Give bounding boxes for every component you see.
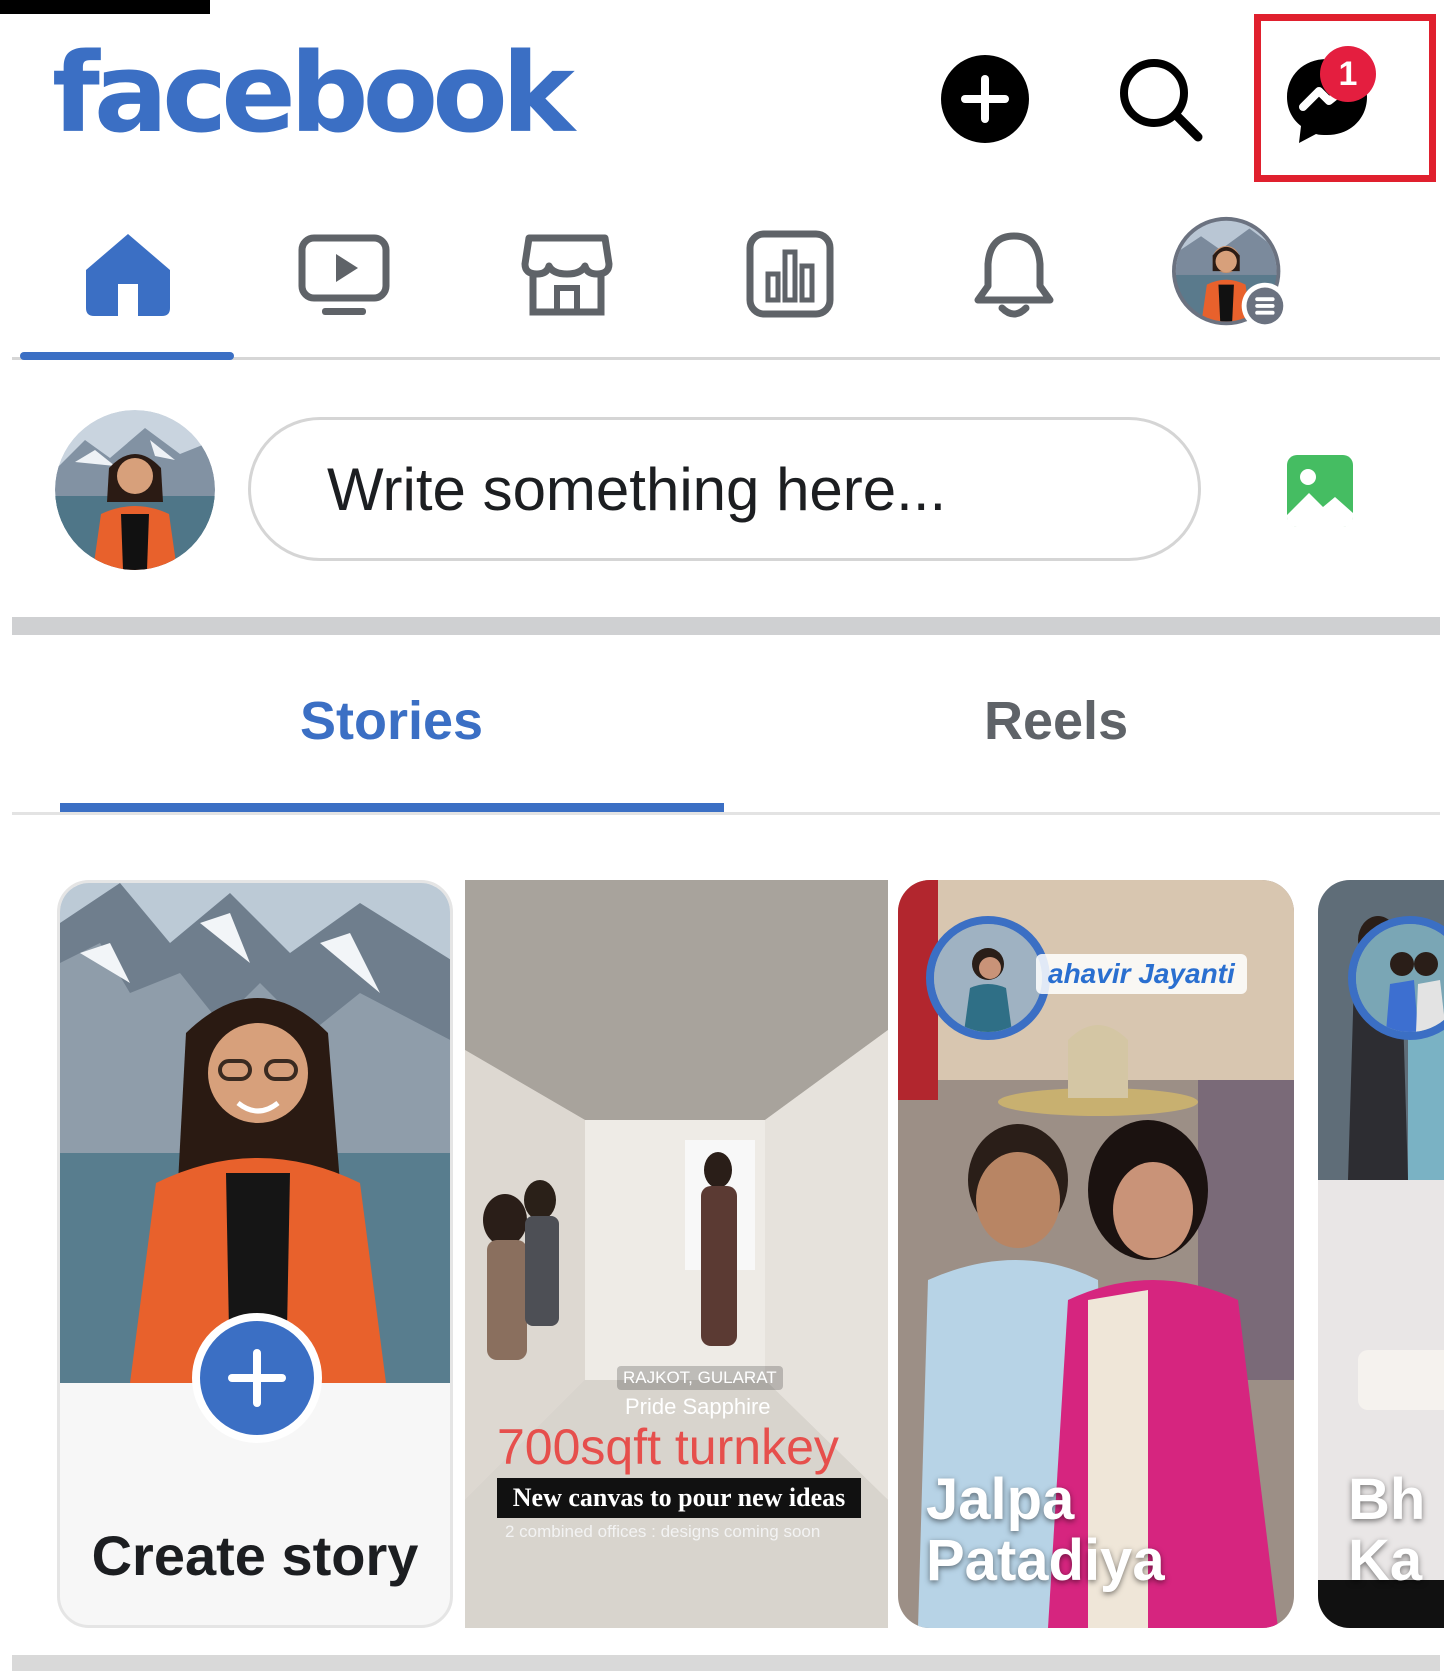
section-divider-bottom bbox=[12, 1655, 1440, 1671]
status-bar-strip bbox=[0, 0, 210, 14]
add-story-button[interactable] bbox=[192, 1313, 322, 1443]
bar-chart-icon bbox=[746, 230, 834, 318]
nav-marketplace[interactable] bbox=[507, 219, 627, 329]
photo-icon bbox=[1287, 455, 1353, 527]
nav-profile-menu[interactable] bbox=[1172, 216, 1292, 330]
story-card[interactable]: Bh Ka bbox=[1318, 880, 1444, 1628]
story-avatar bbox=[926, 916, 1050, 1040]
search-icon bbox=[1120, 59, 1203, 142]
tab-stories[interactable]: Stories bbox=[300, 690, 483, 752]
story-author-first: Jalpa bbox=[926, 1467, 1075, 1532]
story-card[interactable]: ahavir Jayanti Jalpa Patadiya bbox=[898, 880, 1294, 1628]
avatar-menu-icon bbox=[1172, 216, 1289, 330]
story-author-last: Patadiya bbox=[926, 1527, 1165, 1593]
tab-active-indicator bbox=[60, 803, 724, 812]
create-story-card[interactable]: Create story bbox=[57, 880, 453, 1628]
story-subtitle: Pride Sapphire bbox=[625, 1394, 771, 1419]
story-card[interactable]: RAJKOT, GULARAT Pride Sapphire 700sqft t… bbox=[465, 880, 888, 1628]
story-author-last: Ka bbox=[1348, 1527, 1423, 1593]
story-event-sticker: ahavir Jayanti bbox=[1036, 954, 1247, 994]
story-location: RAJKOT, GULARAT bbox=[617, 1366, 783, 1390]
plus-icon bbox=[228, 1349, 286, 1407]
nav-dashboard[interactable] bbox=[730, 219, 850, 329]
add-circle-icon bbox=[941, 55, 1029, 143]
story-small-text: 2 combined offices : designs coming soon bbox=[505, 1522, 821, 1541]
nav-video[interactable] bbox=[284, 219, 404, 329]
story-author-name: Bh Ka bbox=[1348, 1467, 1426, 1593]
home-icon bbox=[86, 234, 170, 316]
create-story-label: Create story bbox=[91, 1524, 419, 1587]
video-icon bbox=[298, 234, 390, 315]
story-caption: New canvas to pour new ideas bbox=[497, 1478, 861, 1518]
post-input-placeholder: Write something here... bbox=[327, 455, 947, 523]
story-author-name: Jalpa Patadiya bbox=[926, 1467, 1165, 1593]
messenger-badge: 1 bbox=[1320, 46, 1376, 102]
section-divider bbox=[12, 617, 1440, 635]
story-author-first: Bh bbox=[1348, 1467, 1426, 1532]
marketplace-icon bbox=[521, 234, 613, 316]
stories-reels-tabs: Stories Reels bbox=[12, 650, 1440, 815]
bell-icon bbox=[974, 232, 1054, 318]
nav-active-indicator bbox=[20, 352, 234, 360]
post-input[interactable]: Write something here... bbox=[248, 417, 1201, 561]
main-nav bbox=[12, 205, 1440, 360]
photo-button[interactable] bbox=[1285, 453, 1355, 529]
tab-reels[interactable]: Reels bbox=[984, 690, 1128, 752]
create-story-photo bbox=[60, 883, 450, 1383]
search-button[interactable] bbox=[1105, 44, 1215, 154]
app-header: facebook 1 bbox=[0, 14, 1444, 184]
nav-home[interactable] bbox=[68, 219, 188, 329]
nav-notifications[interactable] bbox=[954, 219, 1074, 329]
create-button[interactable] bbox=[930, 44, 1040, 154]
facebook-logo: facebook bbox=[52, 29, 575, 157]
messenger-button[interactable]: 1 bbox=[1272, 44, 1382, 154]
story-headline: 700sqft turnkey bbox=[497, 1419, 839, 1475]
avatar[interactable] bbox=[55, 410, 215, 570]
post-composer: Write something here... bbox=[0, 385, 1444, 585]
